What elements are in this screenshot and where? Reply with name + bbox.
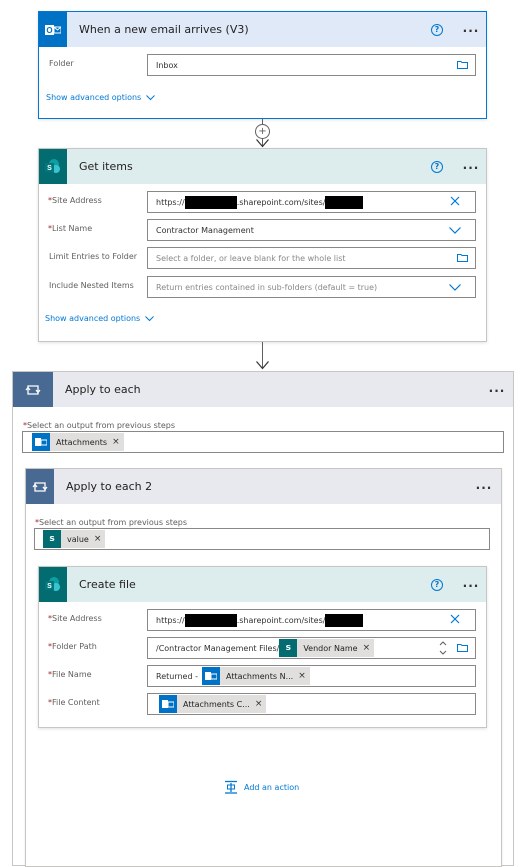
apply-to-each-header[interactable]: Apply to each bbox=[13, 372, 513, 407]
site-address-label: *Site Address bbox=[48, 196, 102, 205]
nested-items-label: Include Nested Items bbox=[49, 281, 134, 290]
folder-path-label: *Folder Path bbox=[48, 642, 97, 651]
svg-text:O: O bbox=[46, 26, 52, 35]
close-icon[interactable]: × bbox=[94, 534, 102, 544]
file-name-label: *File Name bbox=[48, 670, 92, 679]
select-output-input[interactable]: Attachments × bbox=[22, 431, 504, 453]
sharepoint-icon: S bbox=[39, 567, 67, 602]
chevron-down-icon[interactable] bbox=[449, 227, 461, 234]
attachments-token[interactable]: Attachments × bbox=[32, 433, 124, 451]
create-file-header[interactable]: S Create file bbox=[39, 567, 486, 602]
close-icon[interactable]: × bbox=[363, 643, 371, 653]
show-advanced-options-link[interactable]: Show advanced options bbox=[46, 93, 156, 102]
folder-label: Folder bbox=[49, 59, 74, 68]
limit-entries-input[interactable]: Select a folder, or leave blank for the … bbox=[147, 247, 476, 269]
sharepoint-icon: s bbox=[43, 530, 61, 548]
more-icon[interactable]: ··· bbox=[459, 580, 483, 592]
svg-text:S: S bbox=[47, 165, 52, 172]
vendor-name-token[interactable]: s Vendor Name × bbox=[279, 639, 375, 657]
sharepoint-icon: s bbox=[279, 639, 298, 657]
file-content-input[interactable]: Attachments C... × bbox=[147, 693, 476, 715]
get-items-card[interactable]: S Get items ? ··· *Site Address https://… bbox=[38, 148, 487, 342]
more-icon[interactable]: ··· bbox=[472, 482, 496, 494]
attachments-name-token[interactable]: Attachments N... × bbox=[201, 667, 310, 685]
add-action-button[interactable]: Add an action bbox=[224, 780, 299, 794]
site-address-input[interactable]: https:// .sharepoint.com/sites/ bbox=[147, 609, 476, 631]
folder-value: Inbox bbox=[156, 60, 178, 70]
close-icon[interactable]: × bbox=[255, 699, 263, 709]
file-name-input[interactable]: Returned - Attachments N... × bbox=[147, 665, 476, 687]
add-action-icon bbox=[225, 780, 237, 794]
chevron-down-icon bbox=[146, 94, 156, 100]
create-file-title: Create file bbox=[79, 578, 136, 591]
chevron-down-icon[interactable] bbox=[449, 284, 461, 291]
get-items-title: Get items bbox=[79, 160, 133, 173]
outlook-icon bbox=[201, 667, 220, 685]
outlook-icon: O bbox=[39, 12, 67, 47]
create-file-card[interactable]: S Create file ? ··· *Site Address https:… bbox=[38, 566, 487, 728]
more-icon[interactable]: ··· bbox=[459, 25, 483, 37]
trigger-title: When a new email arrives (V3) bbox=[79, 23, 249, 36]
close-icon[interactable]: × bbox=[112, 437, 120, 447]
file-content-label: *File Content bbox=[48, 698, 100, 707]
select-output-label: *Select an output from previous steps bbox=[23, 421, 176, 430]
folder-icon[interactable] bbox=[457, 253, 468, 262]
limit-entries-label: Limit Entries to Folder bbox=[49, 252, 138, 261]
site-address-input[interactable]: https:// .sharepoint.com/sites/ bbox=[147, 191, 476, 213]
nested-items-select[interactable]: Return entries contained in sub-folders … bbox=[147, 276, 476, 298]
insert-step-button[interactable]: + bbox=[255, 124, 270, 139]
close-icon[interactable]: × bbox=[298, 671, 306, 681]
chevron-down-icon bbox=[145, 315, 155, 321]
value-token[interactable]: s value × bbox=[43, 530, 106, 548]
show-advanced-options-link[interactable]: Show advanced options bbox=[45, 314, 155, 323]
list-name-label: *List Name bbox=[48, 224, 93, 233]
close-icon[interactable] bbox=[450, 196, 460, 206]
arrow-down-icon bbox=[256, 139, 269, 148]
site-address-label: *Site Address bbox=[48, 614, 102, 623]
plus-icon: + bbox=[258, 125, 267, 137]
folder-input[interactable]: Inbox bbox=[147, 54, 476, 76]
trigger-header[interactable]: O When a new email arrives (V3) bbox=[39, 12, 486, 47]
more-icon[interactable]: ··· bbox=[485, 385, 509, 397]
get-items-header[interactable]: S Get items bbox=[39, 149, 486, 184]
apply-to-each-2-header[interactable]: Apply to each 2 bbox=[26, 469, 501, 504]
sharepoint-icon: S bbox=[39, 149, 67, 184]
select-output-label: *Select an output from previous steps bbox=[35, 518, 188, 527]
redacted-text bbox=[325, 195, 364, 209]
outlook-icon bbox=[32, 433, 50, 451]
close-icon[interactable] bbox=[450, 614, 460, 624]
loop-icon bbox=[26, 469, 54, 504]
redacted-text bbox=[184, 613, 237, 627]
svg-text:S: S bbox=[47, 583, 52, 590]
outlook-icon bbox=[159, 695, 177, 713]
help-icon[interactable]: ? bbox=[431, 579, 443, 591]
apply-to-each-card[interactable]: Apply to each ··· *Select an output from… bbox=[12, 371, 514, 867]
scroll-stepper[interactable] bbox=[438, 639, 448, 657]
attachments-content-token[interactable]: Attachments C... × bbox=[159, 695, 267, 713]
help-icon[interactable]: ? bbox=[431, 161, 443, 173]
help-icon[interactable]: ? bbox=[431, 24, 443, 36]
apply-to-each-title: Apply to each bbox=[65, 383, 141, 396]
redacted-text bbox=[325, 613, 364, 627]
folder-icon[interactable] bbox=[457, 643, 468, 652]
folder-icon[interactable] bbox=[457, 60, 468, 69]
arrow-down-icon bbox=[256, 361, 269, 370]
select-output-input[interactable]: s value × bbox=[34, 528, 490, 550]
trigger-card[interactable]: O When a new email arrives (V3) ? ··· Fo… bbox=[38, 11, 487, 119]
apply-to-each-2-title: Apply to each 2 bbox=[66, 480, 153, 493]
apply-to-each-2-card[interactable]: Apply to each 2 ··· *Select an output fr… bbox=[25, 468, 502, 867]
folder-path-input[interactable]: /Contractor Management Files/ s Vendor N… bbox=[147, 637, 476, 659]
redacted-text bbox=[184, 195, 237, 209]
more-icon[interactable]: ··· bbox=[459, 162, 483, 174]
loop-icon bbox=[13, 372, 53, 407]
list-name-select[interactable]: Contractor Management bbox=[147, 219, 476, 241]
